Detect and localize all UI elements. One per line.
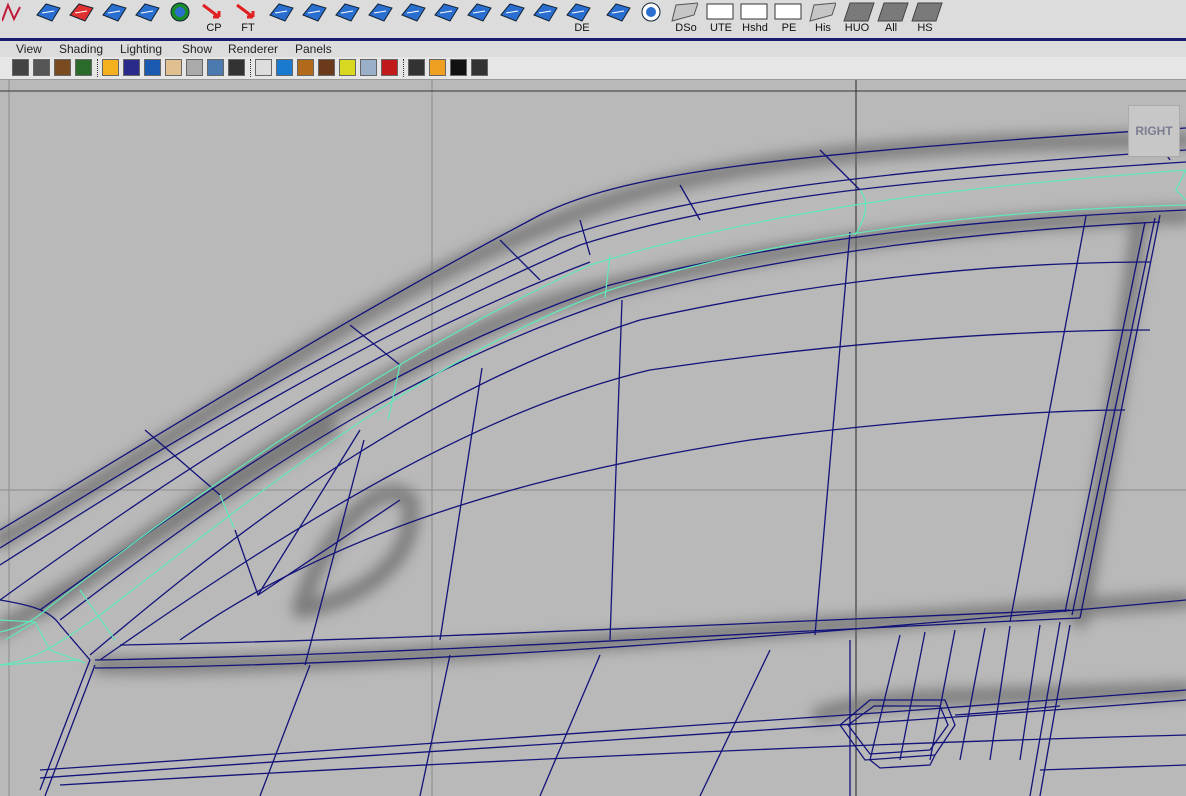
shelf-button-b21[interactable]: DSo [668,0,704,36]
shelf-button-b17[interactable] [529,0,562,36]
shelf-button-b11[interactable] [331,0,364,36]
shelf-button-b6[interactable] [164,0,197,36]
menu-view[interactable]: View [16,42,42,56]
shelf-button-label: His [815,22,831,34]
rail-surface-icon [333,1,360,25]
smooth-shade-icon[interactable] [276,59,293,76]
boundary-surface-icon [133,1,160,25]
frame-all-icon[interactable] [429,59,446,76]
trim-icon [399,1,426,25]
panel-menubar: View Shading Lighting Show Renderer Pane… [0,41,1186,57]
shelf: CP FT DE DSo UTE Hshd PE His HUO All HS [0,0,1186,41]
shelf-button-b4[interactable] [98,0,131,36]
view-label-badge: RIGHT [1128,105,1180,157]
shelf-button-label: Hshd [742,22,768,34]
smooth-wire-icon[interactable] [207,59,224,76]
toolbar-separator [97,59,100,77]
shelf-button-b14[interactable] [430,0,463,36]
shelf-button-b8[interactable]: FT [231,0,265,36]
shelf-button-b20[interactable] [635,0,668,36]
shelf-button-b3[interactable] [65,0,98,36]
resolution-gate-icon[interactable] [144,59,161,76]
camera-attr-icon[interactable] [33,59,50,76]
shelf-button-label: HS [917,22,933,34]
toolbar-separator [250,59,253,77]
sphere-icon [166,1,192,25]
shelf-button-label: All [884,22,898,34]
shelf-button-label: HUO [844,22,870,34]
shelf-button-b15[interactable] [463,0,496,36]
orbit-icon [637,1,663,25]
shelf-button-label: DE [574,22,590,34]
wireframe-icon[interactable] [186,59,203,76]
grid-surface-icon [366,1,393,25]
menu-lighting[interactable]: Lighting [120,42,162,56]
shelf-button-b25[interactable]: His [806,0,840,36]
offset-icon [465,1,492,25]
shelf-button-b1[interactable] [0,0,32,36]
blend-icon [498,1,525,25]
panel-toolbar [0,57,1186,80]
texture-icon[interactable] [228,59,245,76]
shelf-button-label: FT [241,22,255,34]
shelf-button-b7[interactable]: CP [197,0,231,36]
shelf-button-b13[interactable] [397,0,430,36]
view-label: RIGHT [1135,124,1173,138]
film-gate-icon[interactable] [123,59,140,76]
image-plane-icon[interactable] [75,59,92,76]
textured-icon[interactable] [318,59,335,76]
shelf-button-b10[interactable] [298,0,331,36]
shelf-button-b22[interactable]: UTE [704,0,738,36]
isolate-select-icon[interactable] [408,59,425,76]
shelf-button-b12[interactable] [364,0,397,36]
shelf-button-b23[interactable]: Hshd [738,0,772,36]
selected-curves [0,169,1186,666]
group-icon [604,1,631,25]
shelf-button-b2[interactable] [32,0,65,36]
curve-icon [1,1,28,25]
intersect-icon [531,1,558,25]
flat-shade-icon[interactable] [297,59,314,76]
shelf-button-label: UTE [710,22,732,34]
viewport-right[interactable]: RIGHT [0,80,1186,796]
toolbar-separator [403,59,406,77]
revolve-icon [67,1,94,25]
shelf-button-b16[interactable] [496,0,529,36]
menu-show[interactable]: Show [182,42,212,56]
shelf-button-b27[interactable]: All [874,0,909,36]
menu-panels[interactable]: Panels [295,42,332,56]
align-icon [432,1,459,25]
shelf-button-b19[interactable] [602,0,635,36]
shelf-button-b5[interactable] [131,0,164,36]
light-icon[interactable] [339,59,356,76]
shelf-button-b18[interactable]: DE [562,0,602,36]
menu-renderer[interactable]: Renderer [228,42,278,56]
xray-icon[interactable] [360,59,377,76]
surface-fillet-icon [34,1,61,25]
model-wireframe [0,80,1186,796]
square-surface-icon [300,1,327,25]
wireframe-cube-icon[interactable] [255,59,272,76]
skin-surface-icon [100,1,127,25]
extrude-icon [267,1,294,25]
frame-selected-icon[interactable] [450,59,467,76]
shelf-button-b28[interactable]: HS [908,0,943,36]
shelf-button-b24[interactable]: PE [772,0,806,36]
shelf-button-label: PE [781,22,797,34]
grid-icon[interactable] [102,59,119,76]
shadow-icon[interactable] [381,59,398,76]
hud-icon[interactable] [471,59,488,76]
shelf-button-b26[interactable]: HUO [840,0,875,36]
shelf-button-b9[interactable] [265,0,298,36]
menu-shading[interactable]: Shading [59,42,103,56]
camera-icon[interactable] [12,59,29,76]
shelf-button-label: DSo [675,22,697,34]
image-plane-shadows [0,132,1186,723]
field-chart-icon[interactable] [165,59,182,76]
shelf-button-label: CP [206,22,222,34]
bookmark-icon[interactable] [54,59,71,76]
